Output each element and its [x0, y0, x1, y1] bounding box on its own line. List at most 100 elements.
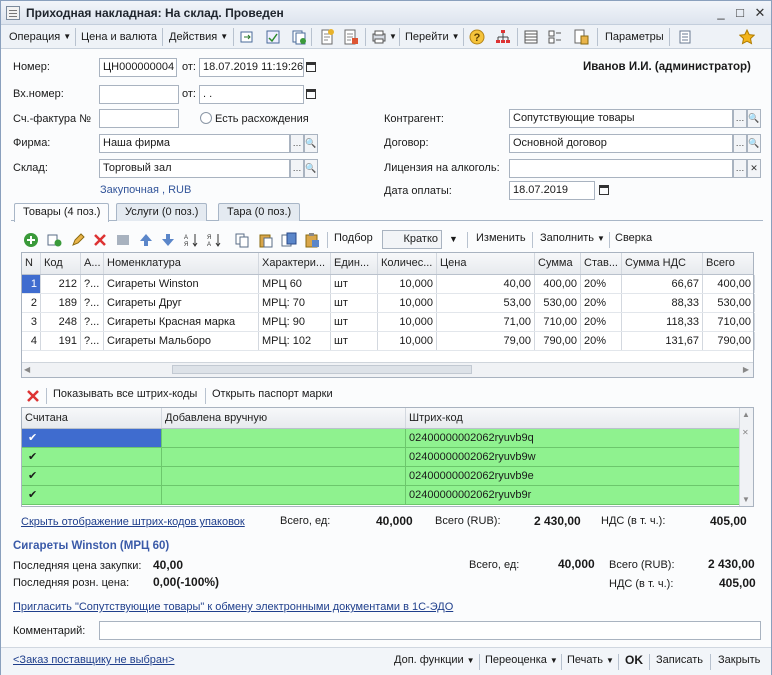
- read-check-icon[interactable]: ✔: [22, 467, 162, 485]
- cell-barcode[interactable]: 02400000002062ryuvb9w: [406, 448, 740, 466]
- col-price[interactable]: Цена: [437, 253, 535, 274]
- paste-icon[interactable]: [258, 232, 274, 248]
- delete-barcode-icon[interactable]: [25, 388, 41, 404]
- settings-list-icon[interactable]: [677, 29, 693, 45]
- paste-special-icon[interactable]: [281, 232, 297, 248]
- cell-code[interactable]: 248: [41, 313, 81, 331]
- table-row[interactable]: 4 191?... Сигареты Мальборо МРЦ: 102 шт 10,00…: [22, 332, 755, 351]
- scroll-right-icon[interactable]: ▶: [743, 365, 749, 374]
- cell-sum[interactable]: 790,00: [535, 332, 581, 350]
- cell-price[interactable]: 71,00: [437, 313, 535, 331]
- cell-a[interactable]: ?...: [81, 294, 104, 312]
- edo-invite-link[interactable]: Пригласить "Сопутствующие товары" к обме…: [13, 601, 453, 613]
- cell-rate[interactable]: 20%: [581, 332, 622, 350]
- copy-document-icon[interactable]: [291, 29, 307, 45]
- col-unit[interactable]: Един...: [331, 253, 378, 274]
- cell-a[interactable]: ?...: [81, 313, 104, 331]
- vertical-scrollbar[interactable]: ▲ ✕ ▼: [739, 408, 753, 506]
- table-row[interactable]: 3 248?... Сигареты Красная марка МРЦ: 90 шт 1…: [22, 313, 755, 332]
- cell-code[interactable]: 212: [41, 275, 81, 293]
- move-document-icon[interactable]: [239, 29, 255, 45]
- cell-manual[interactable]: [162, 429, 406, 447]
- cell-rate[interactable]: 20%: [581, 313, 622, 331]
- invoice-number-field[interactable]: [99, 109, 179, 128]
- move-up-icon[interactable]: [138, 232, 154, 248]
- extra-functions-menu[interactable]: Доп. функции ▼: [394, 654, 475, 666]
- cell-total[interactable]: 400,00: [703, 275, 755, 293]
- copy-row-icon[interactable]: [46, 232, 62, 248]
- incoming-date-field[interactable]: . .: [199, 85, 304, 104]
- price-type-link[interactable]: Закупочная , RUB: [100, 184, 191, 196]
- view-mode-dropdown-icon[interactable]: ▼: [449, 234, 458, 244]
- col-barcode[interactable]: Штрих-код: [406, 408, 740, 428]
- move-down-icon[interactable]: [160, 232, 176, 248]
- license-clear-icon[interactable]: ✕: [747, 159, 761, 178]
- col-sum[interactable]: Сумма: [535, 253, 581, 274]
- view-mode-select[interactable]: Кратко: [382, 230, 442, 249]
- warehouse-field[interactable]: Торговый зал: [99, 159, 290, 178]
- cell-vat[interactable]: 88,33: [622, 294, 703, 312]
- pick-button[interactable]: Подбор: [334, 232, 373, 244]
- cell-n[interactable]: 2: [22, 294, 41, 312]
- cell-manual[interactable]: [162, 486, 406, 504]
- print-menu[interactable]: Печать ▼: [567, 654, 614, 666]
- calendar-icon[interactable]: [304, 86, 318, 103]
- cell-n[interactable]: 1: [22, 275, 41, 293]
- col-characteristic[interactable]: Характери...: [259, 253, 331, 274]
- change-button[interactable]: Изменить: [476, 232, 526, 244]
- barcode-row[interactable]: ✔ 02400000002062ryuvb9q: [22, 429, 740, 448]
- post-document-icon[interactable]: [265, 29, 281, 45]
- open-mark-passport-button[interactable]: Открыть паспорт марки: [212, 388, 333, 400]
- warehouse-select-button[interactable]: …: [290, 159, 304, 178]
- supplier-order-link[interactable]: <Заказ поставщику не выбран>: [13, 654, 175, 666]
- save-button[interactable]: Записать: [656, 654, 703, 666]
- cell-manual[interactable]: [162, 467, 406, 485]
- col-total[interactable]: Всего: [703, 253, 755, 274]
- goods-table[interactable]: N Код А... Номенклатура Характери... Еди…: [21, 252, 755, 378]
- document-structure-icon[interactable]: [343, 29, 359, 45]
- help-icon[interactable]: ?: [469, 29, 485, 45]
- contract-field[interactable]: Основной договор: [509, 134, 733, 153]
- contractor-open-icon[interactable]: 🔍: [747, 109, 761, 128]
- cell-qty[interactable]: 10,000: [378, 294, 437, 312]
- license-select-button[interactable]: …: [733, 159, 747, 178]
- cell-sum[interactable]: 710,00: [535, 313, 581, 331]
- cell-unit[interactable]: шт: [331, 294, 378, 312]
- contract-open-icon[interactable]: 🔍: [747, 134, 761, 153]
- price-currency-button[interactable]: Цена и валюта: [81, 29, 157, 45]
- hierarchy-icon[interactable]: [495, 29, 511, 45]
- parameters-button[interactable]: Параметры: [605, 29, 664, 45]
- col-a[interactable]: А...: [81, 253, 104, 274]
- copy-icon[interactable]: [234, 232, 250, 248]
- col-read[interactable]: Считана: [22, 408, 162, 428]
- print-icon[interactable]: [371, 29, 387, 45]
- cell-code[interactable]: 191: [41, 332, 81, 350]
- hide-package-barcodes-link[interactable]: Скрыть отображение штрих-кодов упаковок: [21, 516, 245, 528]
- table-row[interactable]: 1 212?... Сигареты Winston МРЦ 60 шт 10,000 40…: [22, 275, 755, 294]
- barcode-table[interactable]: Считана Добавлена вручную Штрих-код ✔ 024…: [21, 407, 754, 507]
- cell-n[interactable]: 3: [22, 313, 41, 331]
- show-all-barcodes-button[interactable]: Показывать все штрих-коды: [53, 388, 197, 400]
- firm-select-button[interactable]: …: [290, 134, 304, 153]
- cell-qty[interactable]: 10,000: [378, 275, 437, 293]
- print-dropdown[interactable]: ▼: [386, 29, 397, 45]
- cell-qty[interactable]: 10,000: [378, 332, 437, 350]
- pay-date-field[interactable]: 18.07.2019: [509, 181, 595, 200]
- favorite-star-icon[interactable]: [739, 29, 755, 45]
- cell-total[interactable]: 790,00: [703, 332, 755, 350]
- contract-select-button[interactable]: …: [733, 134, 747, 153]
- cell-n[interactable]: 4: [22, 332, 41, 350]
- read-check-icon[interactable]: ✔: [22, 448, 162, 466]
- cell-sum[interactable]: 400,00: [535, 275, 581, 293]
- cell-code[interactable]: 189: [41, 294, 81, 312]
- cell-manual[interactable]: [162, 448, 406, 466]
- contractor-field[interactable]: Сопутствующие товары: [509, 109, 733, 128]
- revaluation-menu[interactable]: Переоценка ▼: [485, 654, 558, 666]
- cell-name[interactable]: Сигареты Красная марка: [104, 313, 259, 331]
- number-field[interactable]: ЦН000000004: [99, 58, 177, 77]
- add-row-icon[interactable]: [23, 232, 39, 248]
- cell-a[interactable]: ?...: [81, 332, 104, 350]
- scroll-thumb[interactable]: [172, 365, 472, 374]
- cell-char[interactable]: МРЦ: 102: [259, 332, 331, 350]
- tab-goods[interactable]: Товары (4 поз.): [14, 203, 110, 222]
